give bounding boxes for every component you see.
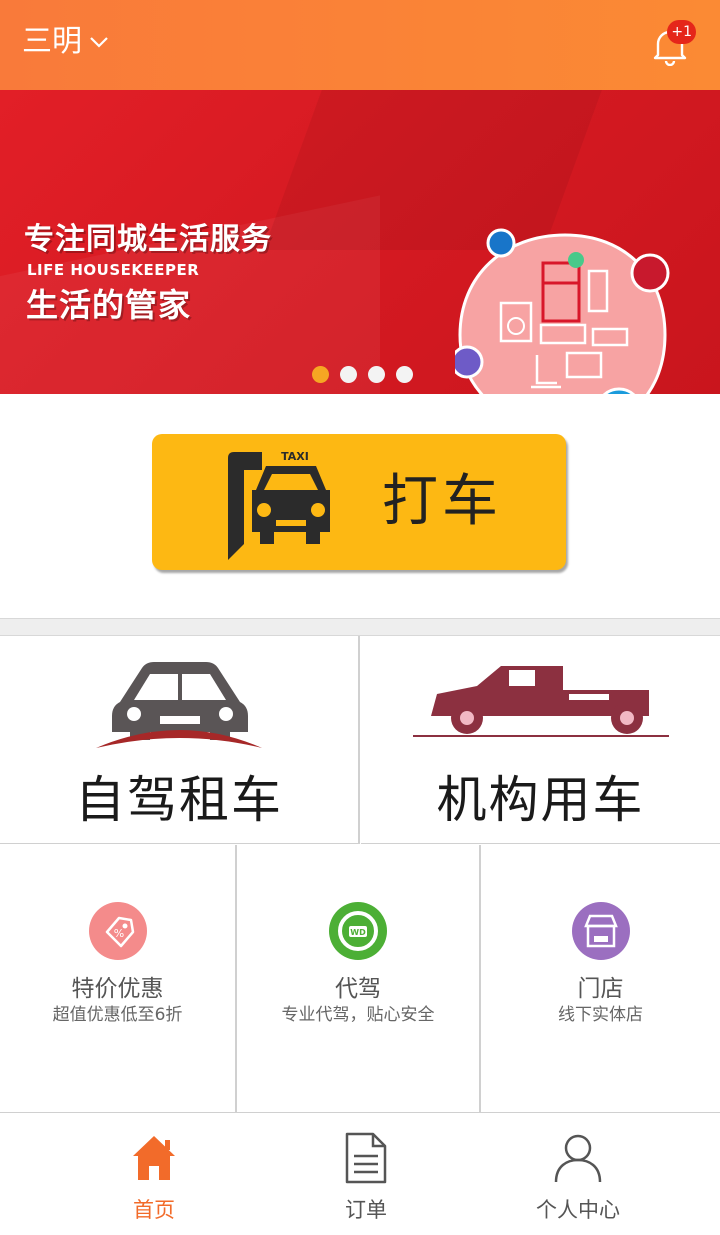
banner-subtitle-en: LIFE HOUSEKEEPER <box>27 261 200 279</box>
taxi-icon: TAXI <box>228 448 330 560</box>
tab-home[interactable]: 首页 <box>34 1114 274 1235</box>
institutional-car-label: 机构用车 <box>436 771 645 829</box>
store-title: 门店 <box>577 976 624 1002</box>
home-icon <box>133 1136 175 1180</box>
user-icon <box>554 1134 602 1183</box>
self-drive-rental-tile[interactable]: 自驾租车 <box>0 636 360 844</box>
banner-title: 专注同城生活服务 <box>24 222 272 257</box>
store-tile[interactable]: 门店 线下实体店 <box>481 845 720 1113</box>
discount-tag-icon: % <box>88 902 147 960</box>
chevron-down-icon <box>90 37 108 48</box>
tab-profile-label: 个人中心 <box>536 1198 620 1222</box>
pagination-dot[interactable] <box>340 366 357 383</box>
section-divider <box>0 618 720 636</box>
designated-driver-tile[interactable]: WD 代驾 专业代驾，贴心安全 <box>237 845 481 1113</box>
notification-badge: +1 <box>667 20 696 44</box>
taxi-label: 打车 <box>382 469 502 534</box>
designated-driver-subtitle: 专业代驾，贴心安全 <box>281 1005 435 1025</box>
designated-driver-title: 代驾 <box>335 976 381 1002</box>
pagination-dot[interactable] <box>396 366 413 383</box>
document-icon <box>345 1132 387 1184</box>
svg-text:%: % <box>113 927 123 940</box>
steering-wheel-text: WD <box>350 928 366 937</box>
city-selector[interactable]: 三明 <box>22 24 110 60</box>
institutional-car-tile[interactable]: 机构用车 <box>361 636 720 844</box>
tab-orders[interactable]: 订单 <box>246 1114 486 1235</box>
tab-profile[interactable]: 个人中心 <box>458 1114 698 1235</box>
taxi-section: TAXI 打车 <box>0 394 720 618</box>
vintage-car-icon <box>413 666 669 737</box>
storefront-icon <box>571 902 630 960</box>
pagination-dot[interactable] <box>312 366 329 383</box>
self-drive-rental-label: 自驾租车 <box>75 771 283 829</box>
promo-banner[interactable]: 专注同城生活服务 LIFE HOUSEKEEPER 生活的管家 <box>0 90 720 394</box>
steering-wheel-icon: WD <box>329 902 387 960</box>
tab-orders-label: 订单 <box>345 1198 387 1222</box>
city-label: 三明 <box>22 24 82 59</box>
pagination-dot[interactable] <box>368 366 385 383</box>
sedan-car-icon <box>96 662 262 748</box>
banner-pagination <box>312 366 413 383</box>
top-bar: 三明 +1 <box>0 0 720 90</box>
taxi-sign-text: TAXI <box>281 450 309 463</box>
appliance-bubble-illustration <box>455 228 670 394</box>
special-offer-title: 特价优惠 <box>71 976 164 1002</box>
special-offer-subtitle: 超值优惠低至6折 <box>52 1005 183 1025</box>
taxi-button[interactable]: TAXI 打车 <box>152 434 566 570</box>
tab-home-label: 首页 <box>133 1198 175 1222</box>
special-offer-tile[interactable]: % 特价优惠 超值优惠低至6折 <box>0 845 237 1113</box>
store-subtitle: 线下实体店 <box>558 1005 643 1025</box>
banner-subtitle-cn: 生活的管家 <box>26 286 192 324</box>
bottom-tab-bar: 首页 订单 个人中心 <box>0 1114 720 1235</box>
